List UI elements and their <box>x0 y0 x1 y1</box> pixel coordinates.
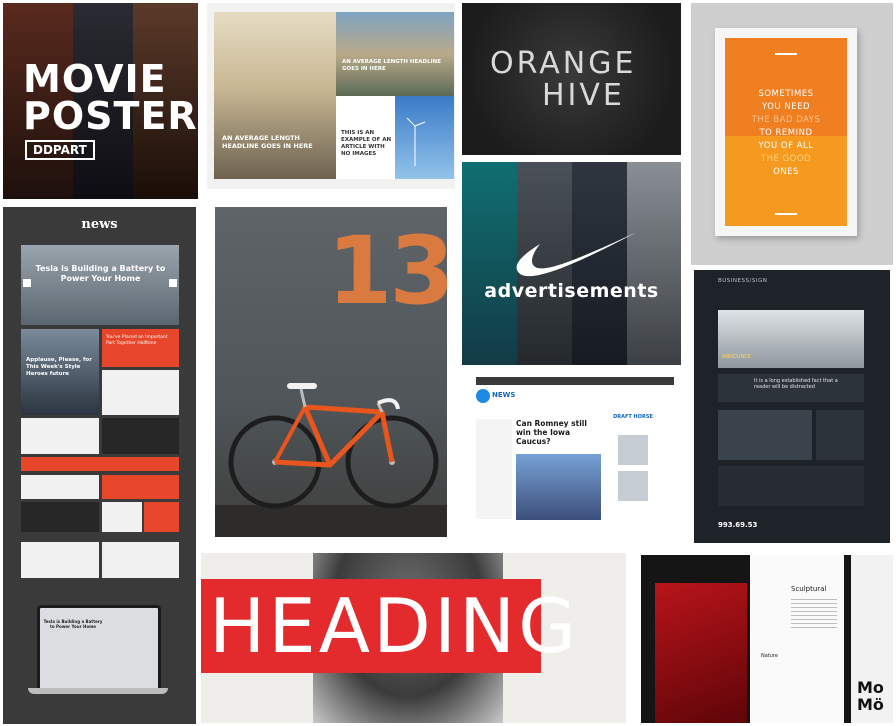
poster-line: TO REMIND <box>759 128 813 138</box>
site-portrait <box>618 435 648 465</box>
site-portrait <box>618 471 648 501</box>
news-website-tile[interactable]: NEWS Can Romney still win the Iowa Caucu… <box>468 375 676 540</box>
magazine-layout-tile[interactable]: AN AVERAGE LENGTH HEADLINE GOES IN HERE … <box>207 3 455 189</box>
framed-poster-tile[interactable]: SOMETIMES YOU NEED THE BAD DAYS TO REMIN… <box>691 3 893 265</box>
red-texture-image <box>655 583 747 723</box>
business-site-tile[interactable]: BUSINESS/SIGN ANNOUNCE It is a long esta… <box>694 270 890 543</box>
poster-bottom-dash <box>775 213 797 215</box>
site-headline[interactable]: Can Romney still win the Iowa Caucus? <box>516 419 601 446</box>
ddpart-badge: DDPART <box>25 140 95 160</box>
news-list-card[interactable] <box>21 418 99 454</box>
news-red-strip[interactable] <box>21 457 179 471</box>
business-logo: BUSINESS/SIGN <box>718 278 768 284</box>
orange-hive-wordmark: ORANGE HIVE <box>490 46 637 113</box>
news-list-card[interactable] <box>21 542 99 578</box>
business-content-area <box>718 466 864 506</box>
bicycle-photo-tile[interactable]: 13 <box>215 207 447 537</box>
bicycle-icon <box>228 383 439 509</box>
ad-strip-teal <box>462 162 517 365</box>
news-list-card[interactable] <box>102 370 179 415</box>
sculptural-title: Sculptural <box>791 585 827 593</box>
heading-word: HEADING <box>209 582 580 670</box>
site-side-label: DRAFT HORSE <box>613 414 653 420</box>
business-phone: 993.69.53 <box>718 521 758 529</box>
poster-line: THE BAD DAYS <box>751 115 821 125</box>
poster-line: SOMETIMES <box>758 89 814 99</box>
site-logo: NEWS <box>492 391 516 399</box>
next-arrow-icon[interactable] <box>169 279 177 287</box>
poster-line: ONES <box>773 167 799 177</box>
mo-wordmark: Mo Mö <box>857 678 884 714</box>
nature-section-label: Nature <box>761 653 778 659</box>
hero-headline: AN AVERAGE LENGTH HEADLINE GOES IN HERE <box>222 134 313 150</box>
news-red-card-text: You've Placed an Important Part Together… <box>106 335 168 346</box>
business-info-text: It is a long established fact that a rea… <box>754 378 838 390</box>
movie-posters-title: MOVIE POSTERS <box>23 57 198 138</box>
movie-posters-tile[interactable]: MOVIE POSTERS DDPART <box>3 3 198 199</box>
poster-line: YOU OF ALL <box>758 141 814 151</box>
orange-hive-tile[interactable]: ORANGE HIVE <box>462 3 681 155</box>
site-logo-icon <box>476 389 490 403</box>
news-list-card[interactable] <box>21 475 99 499</box>
news-header: news <box>81 217 118 232</box>
print-page <box>750 555 844 723</box>
advertisements-tile[interactable]: advertisements <box>462 162 681 365</box>
news-red-card[interactable] <box>102 475 179 499</box>
canal-photo <box>336 12 454 96</box>
wind-turbine-icon <box>406 117 426 166</box>
laptop-base <box>28 688 168 694</box>
advertisements-label: advertisements <box>484 280 659 302</box>
news-list-card[interactable] <box>102 502 142 532</box>
poster-line: THE GOOD <box>760 154 812 164</box>
news-card-title: Applause, Please, for This Week's Style … <box>26 357 92 377</box>
heading-typography-tile[interactable]: HEADING <box>201 553 626 723</box>
hiker-photo <box>214 12 336 179</box>
laptop-headline: Tesla is Building a Battery to Power You… <box>43 619 103 629</box>
prev-arrow-icon[interactable] <box>23 279 31 287</box>
news-app-tile[interactable]: news Tesla is Building a Battery to Powe… <box>3 207 196 724</box>
sculptural-print-tile[interactable]: Sculptural Nature Mo Mö <box>641 555 893 723</box>
news-red-card[interactable] <box>144 502 179 532</box>
business-hero-caption: ANNOUNCE <box>722 354 751 360</box>
swoosh-icon <box>516 232 637 277</box>
laptop-screen <box>37 605 161 691</box>
site-left-column <box>476 419 512 519</box>
site-nav-bar <box>476 377 674 385</box>
canal-headline: AN AVERAGE LENGTH HEADLINE GOES IN HERE <box>342 59 441 72</box>
news-hero-image <box>21 245 179 325</box>
site-lead-photo <box>516 454 601 520</box>
body-text-lines <box>791 599 837 631</box>
news-hero-title: Tesla is Building a Battery to Power You… <box>35 264 166 283</box>
news-dark-card[interactable] <box>21 502 99 532</box>
news-list-card[interactable] <box>102 542 179 578</box>
poster-line: YOU NEED <box>762 102 810 112</box>
text-card-headline: THIS IS AN EXAMPLE OF AN ARTICLE WITH NO… <box>341 130 392 157</box>
wind-turbine-photo <box>395 96 454 179</box>
poster-top-dash <box>775 53 797 55</box>
business-sidebar <box>816 410 864 460</box>
business-team-photos <box>718 410 812 460</box>
news-dark-card[interactable] <box>102 418 179 454</box>
